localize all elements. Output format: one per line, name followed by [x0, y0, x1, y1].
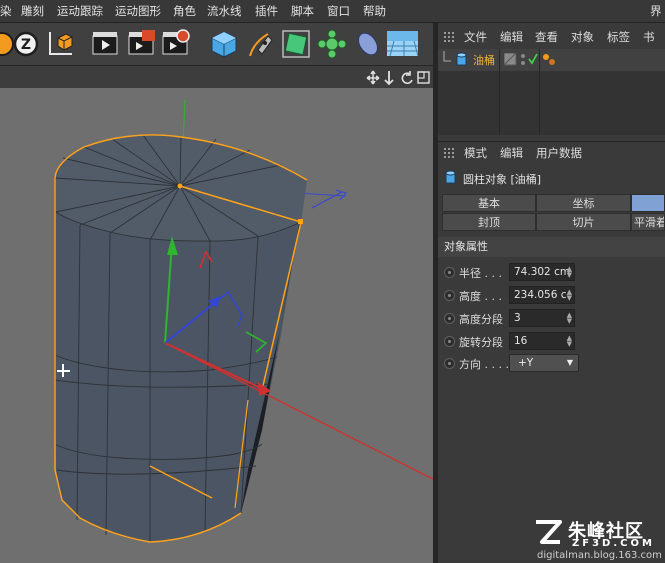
height-field[interactable]: 234.056 c ▲ ▼	[509, 286, 575, 304]
z-axis-lock-icon[interactable]: Z	[10, 28, 42, 60]
objects-tab-object[interactable]: 对象	[571, 27, 594, 47]
prop-label: 旋转分段	[459, 336, 503, 349]
watermark-domain: ZF3D.COM	[572, 538, 655, 549]
viewport-navigation-icons[interactable]	[366, 70, 432, 86]
menu-render[interactable]: 染	[0, 0, 12, 22]
watermark-url: digitalman.blog.163.com	[537, 550, 662, 561]
height-value: 234.056 c	[514, 289, 567, 301]
tab-object-active[interactable]	[631, 194, 665, 212]
layer-icon[interactable]	[504, 53, 518, 66]
menu-help[interactable]: 帮助	[363, 0, 386, 22]
svg-text:Z: Z	[21, 37, 31, 53]
animate-radio[interactable]	[444, 313, 455, 324]
deformer-icon[interactable]	[352, 28, 384, 60]
column-divider	[499, 49, 500, 135]
prop-height-segments: 高度分段 3 ▲ ▼	[438, 309, 665, 329]
menu-character[interactable]: 角色	[173, 0, 196, 22]
cube-primitive-icon[interactable]	[208, 28, 240, 60]
attributes-header: 模式 编辑 用户数据	[438, 141, 665, 164]
tab-slice[interactable]: 切片	[536, 213, 631, 231]
pen-spline-icon[interactable]	[244, 28, 276, 60]
orientation-dropdown[interactable]: +Y ▼	[509, 354, 579, 372]
render-view-icon[interactable]	[90, 28, 122, 60]
animate-radio[interactable]	[444, 358, 455, 369]
object-title: 圆柱对象 [油桶]	[463, 173, 542, 186]
chevron-down-icon: ▼	[566, 358, 573, 367]
menu-window[interactable]: 窗口	[327, 0, 350, 22]
main-toolbar: Z	[0, 23, 436, 66]
spinner-icon[interactable]: ▲ ▼	[567, 312, 572, 325]
column-divider-2	[539, 49, 540, 135]
objects-tab-bookmarks[interactable]: 书签	[643, 27, 665, 64]
prop-orientation: 方向 . . . . +Y ▼	[438, 354, 665, 374]
menu-interface[interactable]: 界	[650, 0, 662, 22]
objects-tab-file[interactable]: 文件	[464, 27, 487, 47]
render-to-picture-viewer-icon[interactable]	[126, 28, 158, 60]
attr-tab-mode[interactable]: 模式	[464, 143, 487, 163]
prop-radius: 半径 . . . 74.302 cm ▲ ▼	[438, 263, 665, 283]
objects-tab-edit[interactable]: 编辑	[500, 27, 523, 47]
object-title-row: 圆柱对象 [油桶]	[438, 167, 665, 189]
animate-radio[interactable]	[444, 290, 455, 301]
animate-radio[interactable]	[444, 336, 455, 347]
radius-value: 74.302 cm	[514, 266, 571, 278]
rotation-segments-field[interactable]: 16 ▲ ▼	[509, 332, 575, 350]
radius-field[interactable]: 74.302 cm ▲ ▼	[509, 263, 575, 281]
tab-phong[interactable]: 平滑着	[631, 213, 665, 231]
menu-bar: 染 雕刻 运动跟踪 运动图形 角色 流水线 插件 脚本 窗口 帮助 界	[0, 0, 665, 23]
prop-label: 高度 . . .	[459, 290, 502, 303]
objects-tabs: 文件 编辑 查看 对象 标签 书签	[438, 27, 665, 64]
3d-viewport[interactable]	[0, 88, 433, 563]
objects-tab-view[interactable]: 查看	[535, 27, 558, 47]
prop-rotation-segments: 旋转分段 16 ▲ ▼	[438, 332, 665, 352]
tree-line-icon	[443, 51, 451, 62]
menu-sculpt[interactable]: 雕刻	[21, 0, 44, 22]
object-row[interactable]: 油桶	[438, 49, 665, 135]
property-tabs: 基本 坐标 封顶 切片 平滑着	[442, 194, 665, 232]
tab-caps[interactable]: 封顶	[442, 213, 536, 231]
prop-height: 高度 . . . 234.056 c ▲ ▼	[438, 286, 665, 306]
render-settings-icon[interactable]	[160, 28, 192, 60]
watermark: 朱峰社区 ZF3D.COM digitalman.blog.163.com	[532, 516, 665, 563]
prop-label: 半径 . . .	[459, 267, 502, 280]
menu-mograph[interactable]: 运动图形	[115, 0, 161, 22]
cylinder-object-icon	[456, 52, 467, 66]
visibility-dots-icon[interactable]	[520, 53, 528, 67]
zf-logo-icon	[536, 520, 562, 544]
height-segments-field[interactable]: 3 ▲ ▼	[509, 309, 575, 327]
tab-coordinates[interactable]: 坐标	[536, 194, 631, 212]
height-segments-value: 3	[514, 312, 521, 324]
grip-icon[interactable]	[444, 32, 456, 42]
prop-label: 方向 . . . .	[459, 358, 509, 371]
grip-icon[interactable]	[444, 148, 456, 158]
object-manager: 油桶	[438, 49, 665, 135]
phong-tag-icon[interactable]	[542, 52, 556, 66]
section-object-properties: 对象属性	[438, 237, 665, 257]
spinner-icon[interactable]: ▲ ▼	[567, 335, 572, 348]
floor-environment-icon[interactable]	[386, 28, 418, 60]
menu-pipeline[interactable]: 流水线	[207, 0, 242, 22]
spinner-icon[interactable]: ▲ ▼	[567, 266, 572, 279]
right-panel: 文件 编辑 查看 对象 标签 书签 油桶 模式 编辑 用户数据 圆柱对象 [油桶…	[438, 23, 665, 563]
tab-basic[interactable]: 基本	[442, 194, 536, 212]
prop-label: 高度分段	[459, 313, 503, 326]
objects-tab-tags[interactable]: 标签	[607, 27, 630, 47]
attr-tab-edit[interactable]: 编辑	[500, 143, 523, 163]
subdivision-surface-icon[interactable]	[280, 28, 312, 60]
orientation-value: +Y	[518, 357, 534, 369]
menu-plugins[interactable]: 插件	[255, 0, 278, 22]
menu-script[interactable]: 脚本	[291, 0, 314, 22]
menu-motion-tracking[interactable]: 运动跟踪	[57, 0, 103, 22]
viewport-header	[0, 66, 436, 88]
object-name[interactable]: 油桶	[473, 52, 495, 68]
enabled-check-icon[interactable]	[528, 53, 538, 65]
coordinate-system-icon[interactable]	[44, 28, 76, 60]
cylinder-object-icon	[445, 170, 456, 184]
attr-tab-user-data[interactable]: 用户数据	[536, 143, 582, 163]
cloner-icon[interactable]	[316, 28, 348, 60]
animate-radio[interactable]	[444, 267, 455, 278]
spinner-icon[interactable]: ▲ ▼	[567, 289, 572, 302]
rotation-segments-value: 16	[514, 335, 528, 347]
